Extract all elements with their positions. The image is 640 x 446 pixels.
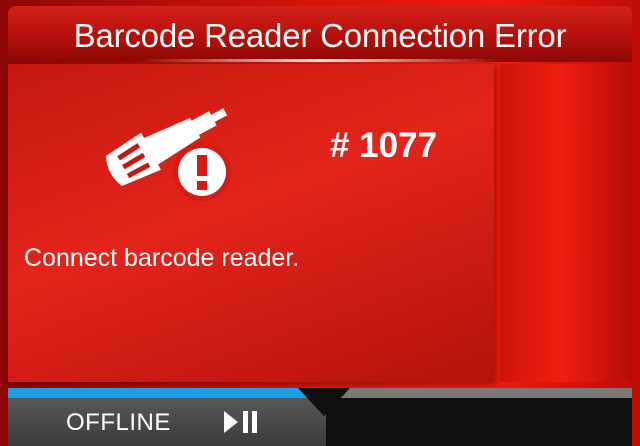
side-area: [500, 64, 632, 382]
error-message: Connect barcode reader.: [24, 244, 300, 272]
error-code: # 1077: [330, 126, 438, 165]
play-pause-icon: [224, 411, 257, 433]
pointer-marker: [298, 388, 350, 416]
offline-button[interactable]: OFFLINE: [8, 398, 326, 446]
barcode-reader-warning-icon: [105, 108, 231, 201]
progress-fill: [8, 388, 314, 398]
page-title: Barcode Reader Connection Error: [73, 17, 567, 54]
title-bar: Barcode Reader Connection Error: [8, 6, 632, 62]
offline-label: OFFLINE: [66, 409, 171, 436]
error-screen: Barcode Reader Connection Error # 1077 C…: [0, 0, 640, 446]
error-panel: # 1077 Connect barcode reader.: [8, 64, 494, 382]
